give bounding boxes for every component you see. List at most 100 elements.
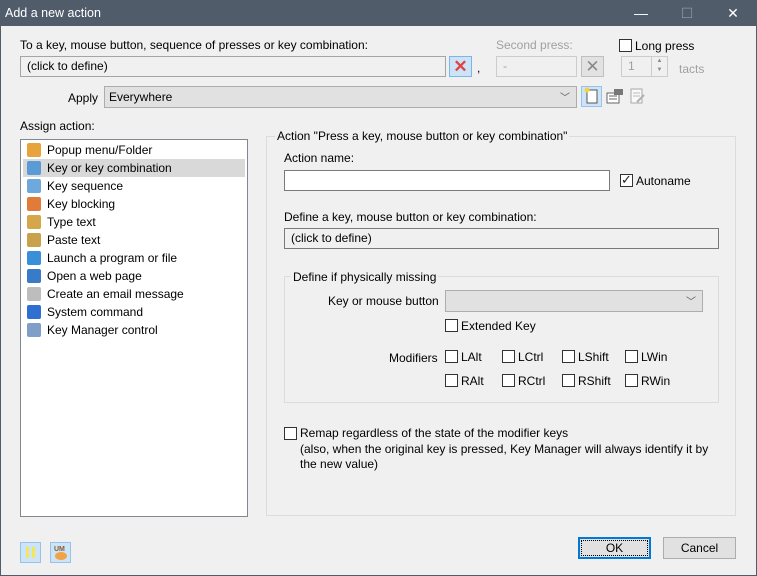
second-press-label: Second press: [496, 38, 573, 52]
action-type-item[interactable]: Key Manager control [23, 321, 245, 339]
action-group-title: Action "Press a key, mouse button or key… [275, 129, 570, 143]
action-type-label: Create an email message [47, 287, 184, 301]
clipboard-paste-icon [27, 233, 41, 247]
close-button[interactable]: ✕ [710, 1, 756, 26]
action-type-label: Paste text [47, 233, 101, 247]
action-type-label: Type text [47, 215, 96, 229]
edit-page-button[interactable] [627, 86, 648, 107]
lock-key-icon [27, 197, 41, 211]
apply-label: Apply [68, 91, 99, 105]
action-name-input[interactable] [284, 170, 610, 191]
pause-button[interactable] [20, 542, 41, 563]
modifier-label: RCtrl [518, 374, 546, 388]
action-type-item[interactable]: Key sequence [23, 177, 245, 195]
action-type-label: Open a web page [47, 269, 142, 283]
action-type-item[interactable]: Key blocking [23, 195, 245, 213]
clear-trigger-button[interactable]: ✕ [449, 56, 472, 77]
chevron-down-icon: ﹀ [560, 93, 570, 104]
modifier-checkbox-lctrl[interactable] [502, 350, 515, 363]
envelope-icon [27, 287, 41, 301]
clipboard-type-icon [27, 215, 41, 229]
tacts-spinner[interactable]: 1 ▲ ▼ [621, 56, 668, 77]
properties-button[interactable] [604, 86, 625, 107]
modifier-label: RShift [578, 374, 611, 388]
extended-key-label: Extended Key [461, 319, 536, 333]
remap-note-line2: the new value) [300, 457, 379, 471]
apply-selected-value: Everywhere [109, 90, 173, 104]
monitor-check-icon [27, 305, 41, 319]
action-type-item[interactable]: Popup menu/Folder [23, 141, 245, 159]
modifier-label: LCtrl [518, 350, 544, 364]
trigger-label: To a key, mouse button, sequence of pres… [20, 38, 368, 52]
key-or-mouse-label: Key or mouse button [328, 294, 439, 308]
action-type-label: Popup menu/Folder [47, 143, 153, 157]
modifier-checkbox-rwin[interactable] [625, 374, 638, 387]
cancel-button[interactable]: Cancel [663, 537, 736, 559]
action-type-item[interactable]: Create an email message [23, 285, 245, 303]
action-type-item[interactable]: Open a web page [23, 267, 245, 285]
modifier-label: LAlt [461, 350, 482, 364]
key-sequence-icon [27, 179, 41, 193]
define-key-label: Define a key, mouse button or key combin… [284, 210, 537, 224]
action-type-label: System command [47, 305, 144, 319]
apply-select[interactable]: Everywhere ﹀ [104, 86, 577, 108]
action-type-label: Key Manager control [47, 323, 158, 337]
modifier-label: RWin [641, 374, 671, 388]
action-type-item[interactable]: Launch a program or file [23, 249, 245, 267]
km-logo-text: UM [54, 546, 65, 553]
key-icon [27, 161, 41, 175]
key-manager-icon [27, 323, 41, 337]
new-page-button[interactable] [581, 86, 602, 107]
folder-menu-icon [27, 143, 41, 157]
modifier-checkbox-rshift[interactable] [562, 374, 575, 387]
action-type-item[interactable]: System command [23, 303, 245, 321]
extended-key-checkbox[interactable] [445, 319, 458, 332]
tacts-label: tacts [679, 62, 705, 76]
title-bar: Add a new action — ☐ ✕ [1, 1, 756, 26]
action-type-item[interactable]: Paste text [23, 231, 245, 249]
action-type-label: Key blocking [47, 197, 116, 211]
spinner-arrows-icon[interactable]: ▲ ▼ [651, 57, 667, 76]
clear-second-press-button[interactable]: ✕ [581, 56, 604, 77]
define-key-field[interactable]: (click to define) [284, 228, 719, 249]
action-name-label: Action name: [284, 151, 355, 165]
modifier-checkbox-lalt[interactable] [445, 350, 458, 363]
long-press-checkbox[interactable] [619, 39, 632, 52]
key-manager-button[interactable]: UM [50, 542, 71, 563]
chevron-down-icon: ﹀ [686, 297, 696, 308]
ok-button[interactable]: OK [578, 537, 651, 559]
modifier-label: LShift [578, 350, 609, 364]
action-type-label: Key sequence [47, 179, 124, 193]
red-x-icon: ✕ [453, 57, 468, 76]
modifier-label: RAlt [461, 374, 484, 388]
new-page-icon [584, 87, 598, 104]
modifier-checkbox-lwin[interactable] [625, 350, 638, 363]
edit-page-icon [630, 88, 645, 104]
action-type-list[interactable]: Popup menu/Folder Key or key combination K… [20, 139, 248, 517]
second-press-field[interactable]: - [496, 56, 577, 77]
action-type-item[interactable]: Key or key combination [23, 159, 245, 177]
minimize-button[interactable]: — [618, 1, 664, 26]
modifier-checkbox-ralt[interactable] [445, 374, 458, 387]
globe-icon [27, 269, 41, 283]
maximize-button[interactable]: ☐ [664, 1, 710, 26]
tacts-value: 1 [628, 59, 635, 73]
key-or-mouse-select[interactable]: ﹀ [445, 290, 703, 312]
separator-comma: , [477, 61, 481, 75]
x-icon: ✕ [585, 57, 600, 76]
modifier-checkbox-rctrl[interactable] [502, 374, 515, 387]
program-window-icon [27, 251, 41, 265]
autoname-checkbox[interactable] [620, 172, 633, 188]
add-action-dialog: Add a new action — ☐ ✕ To a key, mouse b… [0, 0, 757, 576]
trigger-field[interactable]: (click to define) [20, 56, 446, 77]
modifier-checkbox-lshift[interactable] [562, 350, 575, 363]
remap-note-line1: (also, when the original key is pressed,… [300, 442, 709, 456]
action-type-label: Launch a program or file [47, 251, 178, 265]
modifiers-label: Modifiers [389, 351, 438, 365]
key-manager-logo-icon: UM [54, 546, 67, 560]
remap-checkbox[interactable] [284, 427, 297, 440]
action-type-item[interactable]: Type text [23, 213, 245, 231]
action-type-label: Key or key combination [47, 161, 172, 175]
ok-label: OK [581, 540, 648, 556]
missing-group-title: Define if physically missing [291, 270, 439, 284]
